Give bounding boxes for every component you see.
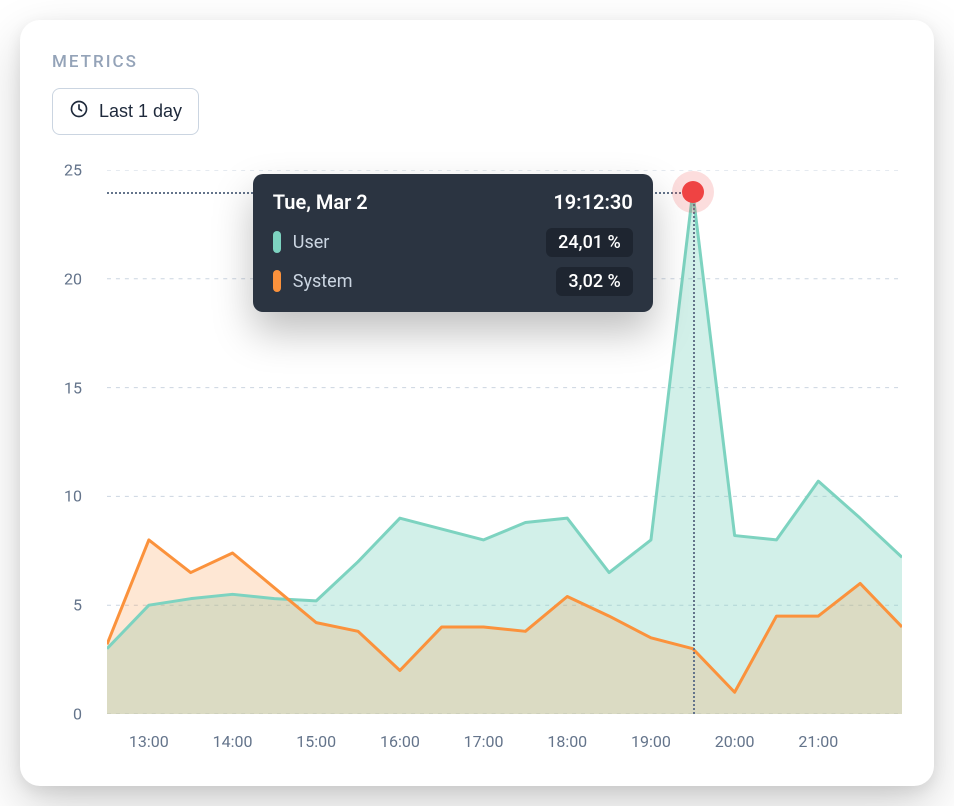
tooltip-series-value: 24,01 % (546, 228, 633, 257)
x-tick-label: 21:00 (798, 732, 838, 751)
x-tick-label: 18:00 (547, 732, 587, 751)
x-tick-label: 14:00 (213, 732, 253, 751)
x-tick-label: 19:00 (631, 732, 671, 751)
x-tick-label: 16:00 (380, 732, 420, 751)
x-tick-label: 17:00 (464, 732, 504, 751)
legend-swatch (273, 270, 281, 292)
clock-icon (69, 99, 89, 124)
metrics-card: METRICS Last 1 day 0 5 10 15 20 25 13:00 14:00… (20, 20, 934, 786)
x-tick-label: 15:00 (296, 732, 336, 751)
y-axis-labels: 0510152025 (52, 170, 92, 714)
y-tick-label: 5 (73, 596, 82, 615)
tooltip-date: Tue, Mar 2 (273, 190, 368, 214)
y-tick-label: 10 (64, 487, 82, 506)
tooltip-series-value: 3,02 % (556, 267, 632, 296)
y-tick-label: 25 (64, 161, 82, 180)
time-range-label: Last 1 day (99, 101, 182, 122)
tooltip-row: System3,02 % (273, 267, 633, 296)
tooltip-time: 19:12:30 (553, 190, 632, 214)
y-tick-label: 15 (64, 378, 82, 397)
highlight-dot (682, 181, 704, 203)
tooltip-series-name: System (293, 271, 557, 292)
x-tick-label: 20:00 (715, 732, 755, 751)
y-tick-label: 0 (73, 705, 82, 724)
x-tick-label: 13:00 (129, 732, 169, 751)
chart-tooltip: Tue, Mar 2 19:12:30 User24,01 % System3,0… (253, 174, 653, 312)
section-title: METRICS (52, 52, 902, 72)
highlight-line-vertical (693, 192, 695, 714)
tooltip-series-name: User (293, 232, 546, 253)
y-tick-label: 20 (64, 269, 82, 288)
time-range-button[interactable]: Last 1 day (52, 88, 199, 135)
tooltip-row: User24,01 % (273, 228, 633, 257)
x-axis-labels: 13:00 14:00 15:00 16:00 17:00 18:00 19:00 20:00… (107, 724, 902, 754)
legend-swatch (273, 231, 281, 253)
